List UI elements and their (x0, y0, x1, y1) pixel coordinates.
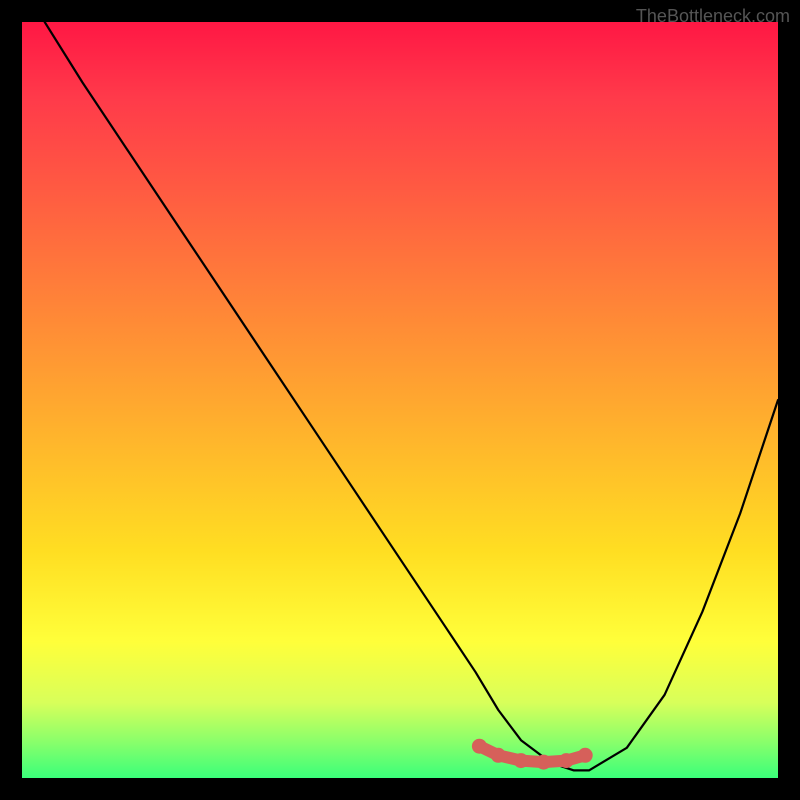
chart-svg (22, 22, 778, 778)
highlight-marker-dot (514, 753, 529, 768)
highlight-marker-dot (472, 739, 487, 754)
highlight-marker-dot (578, 748, 593, 763)
plot-area (22, 22, 778, 778)
highlight-marker-dot (491, 748, 506, 763)
highlight-markers (472, 739, 593, 770)
highlight-marker-dot (536, 755, 551, 770)
highlight-marker-dot (559, 753, 574, 768)
bottleneck-curve-line (45, 22, 778, 770)
watermark-text: TheBottleneck.com (636, 6, 790, 27)
